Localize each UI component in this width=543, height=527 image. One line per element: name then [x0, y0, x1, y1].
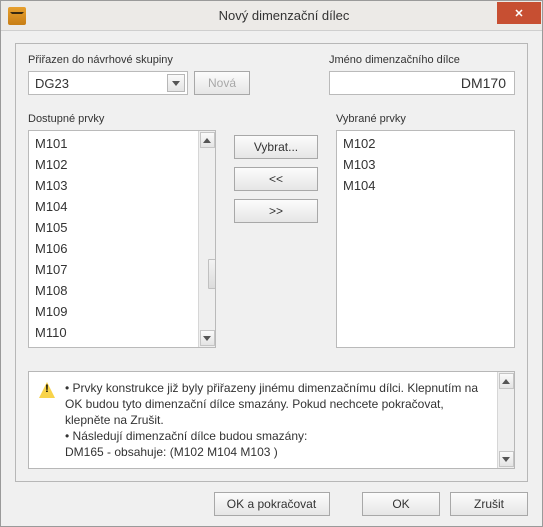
available-listbox[interactable]: M101M102M103M104M105M106M107M108M109M110 [28, 130, 216, 348]
close-button[interactable]: ✕ [497, 2, 541, 24]
select-label: Vybrat... [254, 140, 298, 154]
selected-list-body: M102M103M104 [337, 131, 514, 347]
combo-arrow-button[interactable] [167, 74, 185, 92]
selected-column: Vybrané prvky M102M103M104 [336, 113, 515, 359]
list-item[interactable]: M101 [29, 133, 198, 154]
available-label: Dostupné prvky [28, 113, 216, 125]
new-group-button: Nová [194, 71, 250, 95]
list-item[interactable]: M104 [337, 175, 514, 196]
warning-box: • Prvky konstrukce již byly přiřazeny ji… [28, 371, 515, 469]
ok-continue-label: OK a pokračovat [227, 497, 316, 511]
name-input[interactable]: DM170 [329, 71, 515, 95]
content-area: Přiřazen do návrhové skupiny DG23 Nová [1, 31, 542, 526]
available-list-body: M101M102M103M104M105M106M107M108M109M110 [29, 131, 198, 347]
list-item[interactable]: M103 [29, 175, 198, 196]
available-scrollbar[interactable] [198, 131, 215, 347]
ok-label: OK [392, 497, 409, 511]
ok-continue-button[interactable]: OK a pokračovat [214, 492, 330, 516]
warning-line-2: • Následují dimenzační dílce budou smazá… [65, 428, 491, 444]
move-left-button[interactable]: << [234, 167, 318, 191]
move-right-button[interactable]: >> [234, 199, 318, 223]
list-item[interactable]: M103 [337, 154, 514, 175]
move-right-label: >> [269, 204, 283, 218]
warning-scrollbar[interactable] [497, 372, 514, 468]
ok-button[interactable]: OK [362, 492, 440, 516]
chevron-down-icon [172, 81, 180, 86]
list-item[interactable]: M105 [29, 217, 198, 238]
new-group-label: Nová [208, 76, 236, 90]
arrow-up-icon [502, 379, 510, 384]
move-left-label: << [269, 172, 283, 186]
list-item[interactable]: M102 [337, 133, 514, 154]
app-icon [8, 7, 26, 25]
list-item[interactable]: M106 [29, 238, 198, 259]
list-item[interactable]: M109 [29, 301, 198, 322]
select-button[interactable]: Vybrat... [234, 135, 318, 159]
group-value: DG23 [35, 76, 167, 91]
selected-label: Vybrané prvky [336, 113, 515, 125]
list-item[interactable]: M104 [29, 196, 198, 217]
bottom-buttons: OK a pokračovat OK Zrušit [15, 492, 528, 516]
scroll-down-button[interactable] [499, 451, 514, 467]
warning-line-3: DM165 - obsahuje: (M102 M104 M103 ) [65, 444, 491, 460]
arrow-down-icon [502, 457, 510, 462]
list-item[interactable]: M107 [29, 259, 198, 280]
group-area: DG23 Nová [28, 71, 250, 95]
arrow-down-icon [203, 336, 211, 341]
scroll-up-button[interactable] [200, 132, 215, 148]
group-label: Přiřazen do návrhové skupiny [28, 54, 250, 66]
name-column: Jméno dimenzačního dílce DM170 [329, 54, 515, 95]
name-value: DM170 [461, 75, 506, 91]
warning-text: • Prvky konstrukce již byly přiřazeny ji… [65, 380, 491, 460]
titlebar: Nový dimenzační dílec ✕ [1, 1, 542, 31]
scroll-down-button[interactable] [200, 330, 215, 346]
close-icon: ✕ [514, 7, 523, 20]
scroll-thumb[interactable] [208, 259, 216, 289]
window-title: Nový dimenzační dílec [26, 8, 542, 23]
available-column: Dostupné prvky M101M102M103M104M105M106M… [28, 113, 216, 359]
dialog-window: Nový dimenzační dílec ✕ Přiřazen do návr… [0, 0, 543, 527]
top-row: Přiřazen do návrhové skupiny DG23 Nová [28, 54, 515, 95]
list-item[interactable]: M102 [29, 154, 198, 175]
arrow-up-icon [203, 138, 211, 143]
scroll-up-button[interactable] [499, 373, 514, 389]
cancel-label: Zrušit [474, 497, 504, 511]
cancel-button[interactable]: Zrušit [450, 492, 528, 516]
lists-row: Dostupné prvky M101M102M103M104M105M106M… [28, 113, 515, 359]
warning-icon [39, 382, 55, 398]
selected-listbox[interactable]: M102M103M104 [336, 130, 515, 348]
group-combobox[interactable]: DG23 [28, 71, 188, 95]
transfer-buttons: Vybrat... << >> [228, 113, 324, 359]
list-item[interactable]: M110 [29, 322, 198, 343]
list-item[interactable]: M108 [29, 280, 198, 301]
warning-line-1: • Prvky konstrukce již byly přiřazeny ji… [65, 380, 491, 428]
body-frame: Přiřazen do návrhové skupiny DG23 Nová [15, 43, 528, 482]
name-label: Jméno dimenzačního dílce [329, 54, 460, 66]
group-column: Přiřazen do návrhové skupiny DG23 Nová [28, 54, 250, 95]
